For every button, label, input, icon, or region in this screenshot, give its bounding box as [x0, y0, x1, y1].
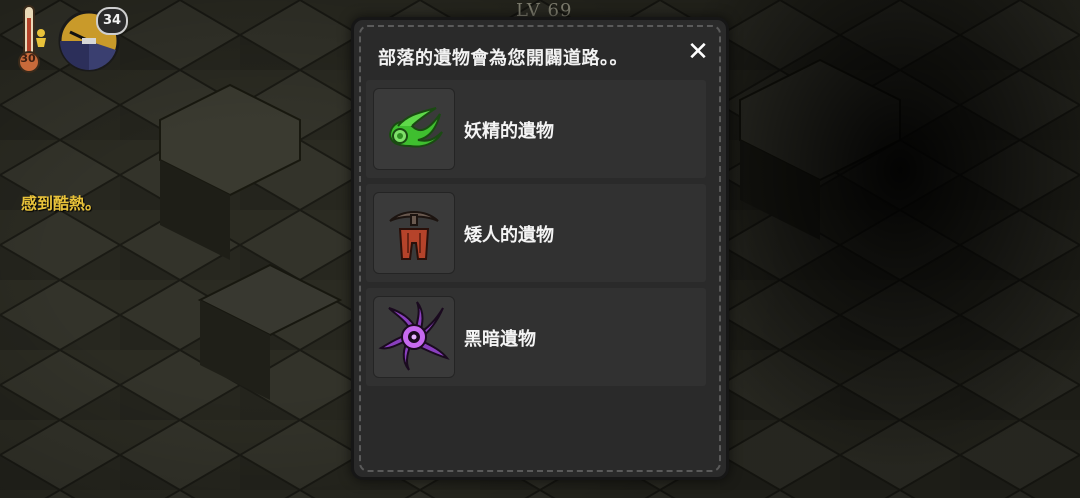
item-icon-frame [373, 296, 455, 378]
status-message: 感到酷熱。 [21, 194, 102, 213]
list-item-elf-relic[interactable]: 妖精的遺物 [366, 80, 706, 178]
item-icon-frame [373, 88, 455, 170]
list-item-dark-relic[interactable]: 黑暗遺物 [366, 288, 706, 386]
relic-dialog: 部落的遺物會為您開闢道路。。 ✕ 妖精的遺物 矮人的遺物 黑暗遺物 [351, 17, 729, 480]
item-label: 妖精的遺物 [464, 121, 554, 142]
item-icon-frame [373, 192, 455, 274]
dialog-title: 部落的遺物會為您開闢道路。。 [378, 48, 628, 69]
relic-list: 妖精的遺物 矮人的遺物 黑暗遺物 [366, 80, 706, 392]
item-label: 矮人的遺物 [464, 225, 554, 246]
temperature-value: 30 [20, 52, 36, 65]
list-item-dwarf-relic[interactable]: 矮人的遺物 [366, 184, 706, 282]
dark-tentacle-relic-icon [378, 301, 450, 371]
heat-figure-icon [36, 29, 46, 47]
close-button[interactable]: ✕ [684, 38, 712, 66]
dwarf-pickaxe-relic-icon [389, 211, 439, 260]
item-label: 黑暗遺物 [464, 329, 536, 350]
day-count-badge: 34 [96, 7, 128, 35]
green-leaf-relic-icon [388, 107, 443, 148]
